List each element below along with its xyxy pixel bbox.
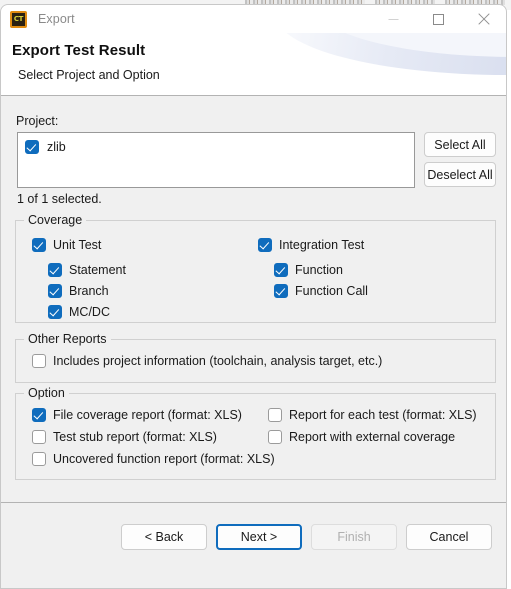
selection-status: 1 of 1 selected. <box>17 192 102 206</box>
report-for-each-test-label: Report for each test (format: XLS) <box>289 408 477 422</box>
checkbox-report-with-external-coverage[interactable]: Report with external coverage <box>268 430 455 444</box>
close-button[interactable] <box>461 5 506 33</box>
checkbox-report-for-each-test[interactable]: Report for each test (format: XLS) <box>268 408 477 422</box>
page-title: Export Test Result <box>12 42 146 59</box>
dialog-body: Project: zlib Select All Deselect All 1 … <box>1 96 506 502</box>
option-group-title: Option <box>24 386 69 400</box>
project-listbox[interactable]: zlib <box>17 132 415 188</box>
uncovered-function-report-label: Uncovered function report (format: XLS) <box>53 452 275 466</box>
footer-button-group: < Back Next > Finish Cancel <box>121 524 492 550</box>
function-checkbox[interactable] <box>274 263 288 277</box>
project-checkbox-zlib[interactable] <box>25 140 39 154</box>
integration-test-label: Integration Test <box>279 238 365 252</box>
checkbox-function[interactable]: Function <box>274 263 343 277</box>
function-call-label: Function Call <box>295 284 368 298</box>
report-with-external-coverage-checkbox[interactable] <box>268 430 282 444</box>
checkbox-file-coverage-report[interactable]: File coverage report (format: XLS) <box>32 408 242 422</box>
unit-test-checkbox[interactable] <box>32 238 46 252</box>
deselect-all-button[interactable]: Deselect All <box>424 162 496 187</box>
branch-checkbox[interactable] <box>48 284 62 298</box>
project-label: Project: <box>16 114 59 128</box>
select-all-button[interactable]: Select All <box>424 132 496 157</box>
checkbox-statement[interactable]: Statement <box>48 263 126 277</box>
page-subtitle: Select Project and Option <box>18 68 160 82</box>
mcdc-checkbox[interactable] <box>48 305 62 319</box>
file-coverage-report-checkbox[interactable] <box>32 408 46 422</box>
checkbox-branch[interactable]: Branch <box>48 284 109 298</box>
dialog-footer: < Back Next > Finish Cancel <box>1 502 506 588</box>
ct-app-icon: CT <box>10 10 27 28</box>
window-title: Export <box>38 12 75 26</box>
title-bar: CT Export <box>1 5 506 33</box>
includes-project-information-label: Includes project information (toolchain,… <box>53 354 383 368</box>
wizard-header: Export Test Result Select Project and Op… <box>1 33 506 96</box>
test-stub-report-checkbox[interactable] <box>32 430 46 444</box>
checkbox-mcdc[interactable]: MC/DC <box>48 305 110 319</box>
includes-project-information-checkbox[interactable] <box>32 354 46 368</box>
list-item[interactable]: zlib <box>18 136 414 158</box>
checkbox-test-stub-report[interactable]: Test stub report (format: XLS) <box>32 430 217 444</box>
window-controls <box>371 5 506 33</box>
finish-button: Finish <box>311 524 397 550</box>
file-coverage-report-label: File coverage report (format: XLS) <box>53 408 242 422</box>
checkbox-includes-project-information[interactable]: Includes project information (toolchain,… <box>32 354 382 368</box>
function-call-checkbox[interactable] <box>274 284 288 298</box>
minimize-button[interactable] <box>371 5 416 33</box>
statement-label: Statement <box>69 263 126 277</box>
export-dialog: CT Export Export Test Result Select Proj… <box>0 4 507 589</box>
other-reports-group-title: Other Reports <box>24 332 111 346</box>
cancel-button[interactable]: Cancel <box>406 524 492 550</box>
back-button[interactable]: < Back <box>121 524 207 550</box>
test-stub-report-label: Test stub report (format: XLS) <box>53 430 217 444</box>
report-with-external-coverage-label: Report with external coverage <box>289 430 456 444</box>
statement-checkbox[interactable] <box>48 263 62 277</box>
maximize-button[interactable] <box>416 5 461 33</box>
next-button[interactable]: Next > <box>216 524 302 550</box>
checkbox-uncovered-function-report[interactable]: Uncovered function report (format: XLS) <box>32 452 275 466</box>
function-label: Function <box>295 263 343 277</box>
report-for-each-test-checkbox[interactable] <box>268 408 282 422</box>
close-icon <box>477 13 490 25</box>
integration-test-checkbox[interactable] <box>258 238 272 252</box>
other-reports-group: Other Reports Includes project informati… <box>15 332 496 383</box>
branch-label: Branch <box>69 284 109 298</box>
coverage-group: Coverage Unit Test Statement Branch MC/D… <box>15 213 496 323</box>
checkbox-integration-test[interactable]: Integration Test <box>258 238 364 252</box>
coverage-group-title: Coverage <box>24 213 87 227</box>
mcdc-label: MC/DC <box>69 305 110 319</box>
project-item-label: zlib <box>47 140 66 154</box>
checkbox-function-call[interactable]: Function Call <box>274 284 368 298</box>
uncovered-function-report-checkbox[interactable] <box>32 452 46 466</box>
checkbox-unit-test[interactable]: Unit Test <box>32 238 101 252</box>
maximize-icon <box>433 13 444 25</box>
option-group: Option File coverage report (format: XLS… <box>15 386 496 480</box>
minimize-icon <box>388 18 399 20</box>
unit-test-label: Unit Test <box>53 238 102 252</box>
